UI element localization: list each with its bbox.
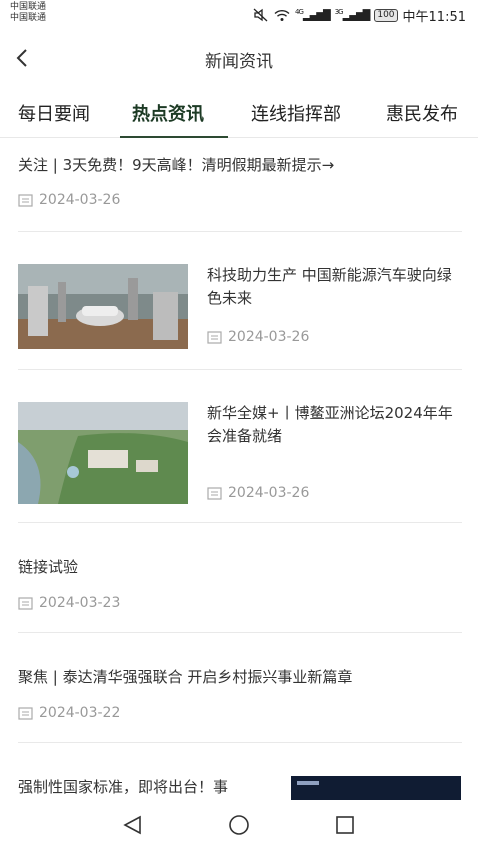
calendar-icon (207, 331, 222, 344)
clock: 中午11:51 (402, 9, 466, 25)
active-tab-indicator (120, 136, 228, 138)
tab-bar: 每日要闻 热点资讯 连线指挥部 惠民发布 (0, 90, 478, 138)
carrier-labels: 中国联通 中国联通 (10, 2, 46, 24)
news-title: 链接试验 (18, 558, 79, 576)
calendar-icon (18, 194, 33, 207)
factory-image (18, 264, 188, 349)
circle-home-icon (229, 815, 249, 835)
news-date: 2024-03-26 (207, 485, 309, 501)
calendar-icon (207, 487, 222, 500)
news-item[interactable]: 强制性国家标准，即将出台！事 (18, 743, 462, 800)
tab-hot-news[interactable]: 热点资讯 (132, 100, 204, 126)
battery-icon: 100 (374, 8, 398, 22)
news-item[interactable]: 新华全媒+丨博鳌亚洲论坛2024年年会准备就绪 2024-03-26 (18, 370, 462, 523)
news-title: 强制性国家标准，即将出台！事 (18, 778, 229, 796)
news-item[interactable]: 聚焦 | 泰达清华强强联合 开启乡村振兴事业新篇章 2024-03-22 (18, 633, 462, 743)
mute-icon (253, 8, 268, 22)
news-date-text: 2024-03-22 (39, 705, 121, 721)
status-bar: 中国联通 中国联通 4G▂▄▆█ 3G▂▄▆█ 100 中午11:51 (0, 0, 478, 30)
tab-public-release[interactable]: 惠民发布 (386, 100, 458, 126)
wifi-icon (274, 9, 290, 21)
news-item[interactable]: 科技助力生产 中国新能源汽车驶向绿色未来 2024-03-26 (18, 232, 462, 370)
network-type-1: 4G (295, 8, 304, 17)
tab-daily-news[interactable]: 每日要闻 (18, 100, 90, 126)
aerial-resort-image (18, 402, 188, 504)
news-title: 关注 | 3天免费！9天高峰！清明假期最新提示→ (18, 156, 335, 174)
news-date: 2024-03-26 (207, 329, 309, 345)
nav-recent-button[interactable] (332, 812, 358, 838)
news-date: 2024-03-23 (18, 595, 120, 611)
signal-icon-2: 3G▂▄▆█ (334, 8, 371, 22)
network-type-2: 3G (334, 8, 344, 17)
news-date-text: 2024-03-26 (228, 329, 310, 345)
news-title: 新华全媒+丨博鳌亚洲论坛2024年年会准备就绪 (207, 404, 453, 445)
system-nav-bar (0, 800, 478, 850)
news-date-text: 2024-03-23 (39, 595, 121, 611)
header: 新闻资讯 (0, 30, 478, 86)
nav-home-button[interactable] (226, 812, 252, 838)
triangle-back-icon (123, 815, 141, 835)
news-item[interactable]: 链接试验 2024-03-23 (18, 523, 462, 633)
status-icons: 4G▂▄▆█ 3G▂▄▆█ 100 中午11:51 (253, 5, 466, 25)
news-title: 聚焦 | 泰达清华强强联合 开启乡村振兴事业新篇章 (18, 668, 353, 686)
carrier-2: 中国联通 (10, 13, 47, 23)
news-date-text: 2024-03-26 (228, 485, 310, 501)
page-title: 新闻资讯 (205, 52, 273, 72)
news-title: 科技助力生产 中国新能源汽车驶向绿色未来 (207, 266, 452, 307)
calendar-icon (18, 707, 33, 720)
carrier-1: 中国联通 (10, 2, 47, 12)
news-date-text: 2024-03-26 (39, 192, 121, 208)
square-recent-icon (336, 816, 354, 834)
signal-icon-1: 4G▂▄▆█ (295, 8, 331, 22)
tab-command-line[interactable]: 连线指挥部 (251, 100, 341, 126)
calendar-icon (18, 597, 33, 610)
nav-back-button[interactable] (120, 812, 146, 838)
dark-banner-image (291, 776, 461, 800)
news-date: 2024-03-26 (18, 192, 120, 208)
news-item[interactable]: 关注 | 3天免费！9天高峰！清明假期最新提示→ 2024-03-26 (18, 140, 462, 232)
news-date: 2024-03-22 (18, 705, 120, 721)
